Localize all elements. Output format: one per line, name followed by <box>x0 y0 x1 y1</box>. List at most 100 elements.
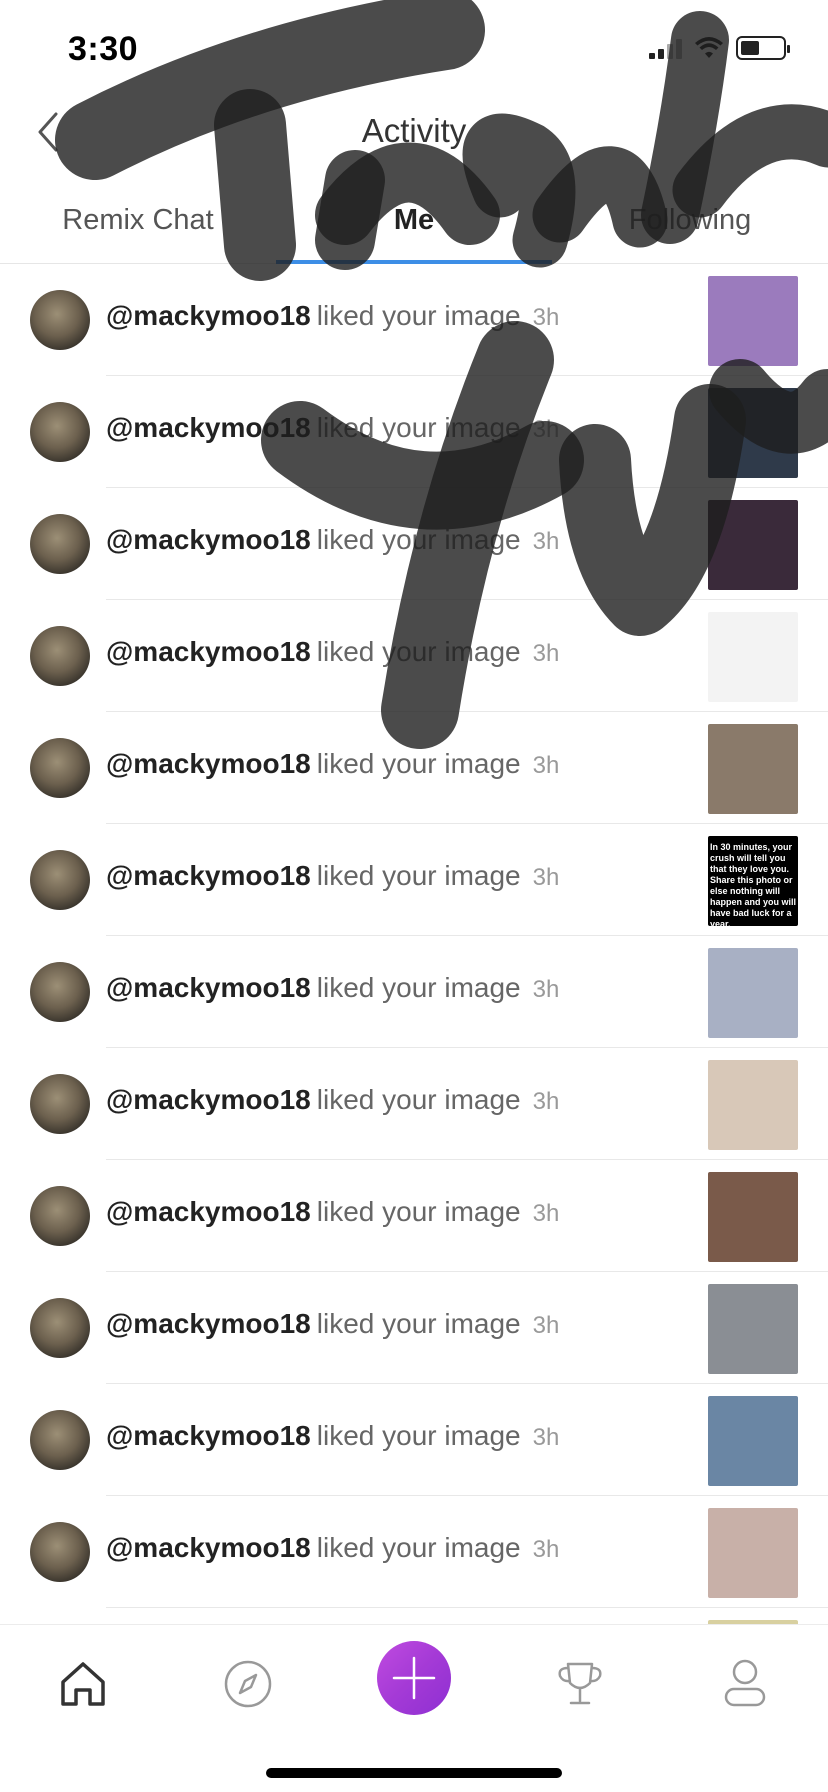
nav-explore[interactable] <box>213 1649 283 1719</box>
activity-action: liked your image <box>316 1532 521 1563</box>
activity-row[interactable]: @mackymoo18liked your image 3h <box>0 264 828 376</box>
activity-screen: 3:30 Activity Remix Chat Me Following @m… <box>0 0 828 1792</box>
user-avatar[interactable] <box>30 1522 90 1582</box>
user-avatar[interactable] <box>30 850 90 910</box>
activity-list[interactable]: @mackymoo18 liked your image 3h @mackymoo18… <box>0 264 828 1624</box>
user-avatar[interactable] <box>30 626 90 686</box>
image-thumbnail[interactable] <box>708 388 798 478</box>
bottom-nav <box>0 1624 828 1792</box>
nav-home[interactable] <box>48 1649 118 1719</box>
image-thumbnail[interactable] <box>708 276 798 366</box>
activity-time: 3h <box>532 1312 560 1339</box>
activity-time: 3h <box>532 864 560 891</box>
activity-row[interactable]: @mackymoo18liked your image3h <box>0 1160 828 1272</box>
user-avatar[interactable] <box>30 1410 90 1470</box>
username-link[interactable]: @mackymoo18 <box>106 300 311 331</box>
activity-time: 3h <box>532 1424 560 1451</box>
activity-time: 3h <box>532 1088 560 1115</box>
battery-icon <box>736 36 790 60</box>
activity-row[interactable]: @mackymoo18 liked your image 3h In 30 minut… <box>0 824 828 936</box>
username-link[interactable]: @mackymoo18 <box>106 636 311 667</box>
username-link[interactable]: @mackymoo18 <box>106 1532 311 1563</box>
activity-text: @mackymoo18 liked your image 3h <box>106 1196 559 1228</box>
username-link[interactable]: @mackymoo18 <box>106 972 311 1003</box>
activity-text: @mackymoo18 liked your image 3h <box>106 860 559 892</box>
activity-row[interactable]: @mackymoo18liked your image3h <box>0 1384 828 1496</box>
user-avatar[interactable] <box>30 402 90 462</box>
tab-bar: Remix Chat Me Following <box>0 190 828 264</box>
image-thumbnail[interactable] <box>708 500 798 590</box>
nav-profile[interactable] <box>710 1649 780 1719</box>
username-link[interactable]: @mackymoo18 <box>106 860 311 891</box>
trophy-icon <box>558 1662 602 1705</box>
username-link[interactable]: @mackymoo18 <box>106 1196 311 1227</box>
image-thumbnail[interactable] <box>708 1508 798 1598</box>
home-icon <box>61 1662 105 1706</box>
username-link[interactable]: @mackymoo18 <box>106 1308 311 1339</box>
activity-action: liked your image <box>316 972 521 1003</box>
username-link[interactable]: @mackymoo18 <box>106 748 311 779</box>
nav-challenges[interactable] <box>545 1649 615 1719</box>
image-thumbnail[interactable] <box>708 1060 798 1150</box>
user-avatar[interactable] <box>30 1074 90 1134</box>
username-link[interactable]: @mackymoo18 <box>106 412 311 443</box>
image-thumbnail[interactable] <box>708 612 798 702</box>
activity-text: @mackymoo18 liked your image 3h <box>106 748 559 780</box>
create-button[interactable] <box>377 1641 451 1715</box>
profile-icon <box>724 1659 766 1707</box>
activity-action: liked your image <box>316 636 521 667</box>
activity-row[interactable]: @mackymoo18liked your image3h <box>0 600 828 712</box>
status-icons <box>649 36 790 60</box>
activity-row[interactable]: @mackymoo18liked your image 3h <box>0 936 828 1048</box>
activity-action: liked your image <box>316 412 521 443</box>
image-thumbnail[interactable] <box>708 724 798 814</box>
activity-text: @mackymoo18 liked your image 3h <box>106 636 559 668</box>
user-avatar[interactable] <box>30 290 90 350</box>
activity-row[interactable]: @mackymoo18liked your image3h <box>0 712 828 824</box>
image-thumbnail[interactable]: In 30 minutes, your crush will tell you … <box>708 836 798 926</box>
status-time: 3:30 <box>68 30 139 68</box>
user-avatar[interactable] <box>30 1298 90 1358</box>
tab-following[interactable]: Following <box>552 190 828 263</box>
tab-remix-chat[interactable]: Remix Chat <box>0 190 276 263</box>
activity-time: 3h <box>532 976 560 1003</box>
tab-me[interactable]: Me <box>276 190 552 264</box>
username-link[interactable]: @mackymoo18 <box>106 524 311 555</box>
activity-time: 3h <box>532 416 560 443</box>
activity-row[interactable]: @mackymoo18liked your image 3h <box>0 1272 828 1384</box>
home-indicator <box>266 1768 562 1778</box>
activity-time: 3h <box>532 304 560 331</box>
activity-time: 3h <box>532 528 560 555</box>
activity-row[interactable]: @mackymoo18liked your image3h <box>0 1608 828 1624</box>
image-thumbnail[interactable] <box>708 1284 798 1374</box>
activity-action: liked your image <box>316 748 521 779</box>
activity-row[interactable]: @mackymoo18liked your image 3h <box>0 488 828 600</box>
activity-row[interactable]: @mackymoo18liked your image3h <box>0 1048 828 1160</box>
username-link[interactable]: @mackymoo18 <box>106 1084 311 1115</box>
activity-text: @mackymoo18 liked your image 3h <box>106 972 559 1004</box>
username-link[interactable]: @mackymoo18 <box>106 1420 311 1451</box>
compass-icon <box>224 1660 272 1708</box>
image-thumbnail[interactable] <box>708 948 798 1038</box>
user-avatar[interactable] <box>30 1186 90 1246</box>
activity-row[interactable]: @mackymoo18liked your image 3h <box>0 1496 828 1608</box>
activity-text: @mackymoo18 liked your image 3h <box>106 1420 559 1452</box>
page-title: Activity <box>361 112 467 149</box>
activity-row[interactable]: @mackymoo18liked your image 3h <box>0 376 828 488</box>
image-thumbnail[interactable] <box>708 1396 798 1486</box>
cellular-signal-icon <box>649 37 682 59</box>
activity-action: liked your image <box>316 524 521 555</box>
activity-action: liked your image <box>316 1308 521 1339</box>
activity-time: 3h <box>532 1200 560 1227</box>
activity-text: @mackymoo18 liked your image 3h <box>106 412 559 444</box>
user-avatar[interactable] <box>30 514 90 574</box>
plus-icon <box>392 1656 436 1700</box>
activity-action: liked your image <box>316 860 521 891</box>
image-thumbnail[interactable] <box>708 1172 798 1262</box>
user-avatar[interactable] <box>30 962 90 1022</box>
activity-action: liked your image <box>316 300 521 331</box>
activity-text: @mackymoo18 liked your image 3h <box>106 300 559 332</box>
header: Activity <box>0 100 828 160</box>
user-avatar[interactable] <box>30 738 90 798</box>
activity-time: 3h <box>532 1536 560 1563</box>
